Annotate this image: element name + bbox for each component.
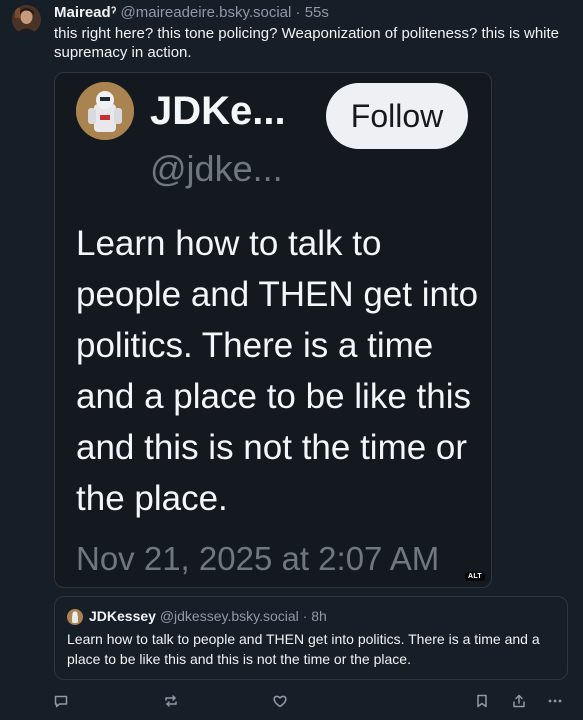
image-post-text: Learn how to talk to people and THEN get… (76, 224, 479, 518)
image-follow-button: Follow (326, 83, 468, 149)
quoted-post[interactable]: JDKessey @jdkessey.bsky.social · 8h Lear… (54, 596, 568, 680)
quoted-post-timestamp: 8h (311, 608, 327, 624)
like-icon (273, 695, 287, 708)
share-icon (513, 694, 525, 708)
more-options-button[interactable] (544, 690, 566, 712)
like-button[interactable] (269, 690, 291, 712)
post-header: Maireadˀ @maireadeire.bsky.social · 55s (54, 4, 329, 22)
repost-button[interactable] (160, 690, 182, 712)
quoted-author-name: JDKessey (89, 608, 156, 624)
post-text: this right here? this tone policing? Wea… (54, 25, 560, 61)
post-timestamp[interactable]: 55s (305, 4, 329, 21)
post-actions (54, 690, 574, 712)
quoted-post-text: Learn how to talk to people and THEN get… (67, 631, 540, 667)
bookmark-icon (477, 694, 487, 708)
post-image[interactable]: JDKe... @jdke... Follow Learn how to tal… (54, 72, 492, 588)
alt-text-badge[interactable]: ALT (465, 572, 485, 581)
image-post-date: Nov 21, 2025 at 2:07 AM (76, 540, 440, 577)
author-name[interactable]: Maireadˀ (54, 4, 116, 21)
author-avatar[interactable] (12, 5, 41, 34)
image-author-avatar (76, 82, 134, 140)
separator-dot: · (302, 608, 308, 624)
quoted-author-handle: @jdkessey.bsky.social (159, 608, 299, 624)
separator-dot: · (295, 4, 301, 21)
quoted-post-header: JDKessey @jdkessey.bsky.social · 8h (89, 608, 327, 625)
bookmark-button[interactable] (471, 690, 493, 712)
image-author-name: JDKe... (150, 89, 286, 133)
quoted-author-avatar (67, 609, 83, 625)
image-author-handle: @jdke... (150, 148, 283, 189)
repost-icon (165, 695, 177, 707)
share-button[interactable] (508, 690, 530, 712)
reply-icon (54, 695, 68, 708)
author-handle[interactable]: @maireadeire.bsky.social (121, 4, 292, 21)
reply-button[interactable] (50, 690, 72, 712)
more-icon (548, 699, 562, 703)
